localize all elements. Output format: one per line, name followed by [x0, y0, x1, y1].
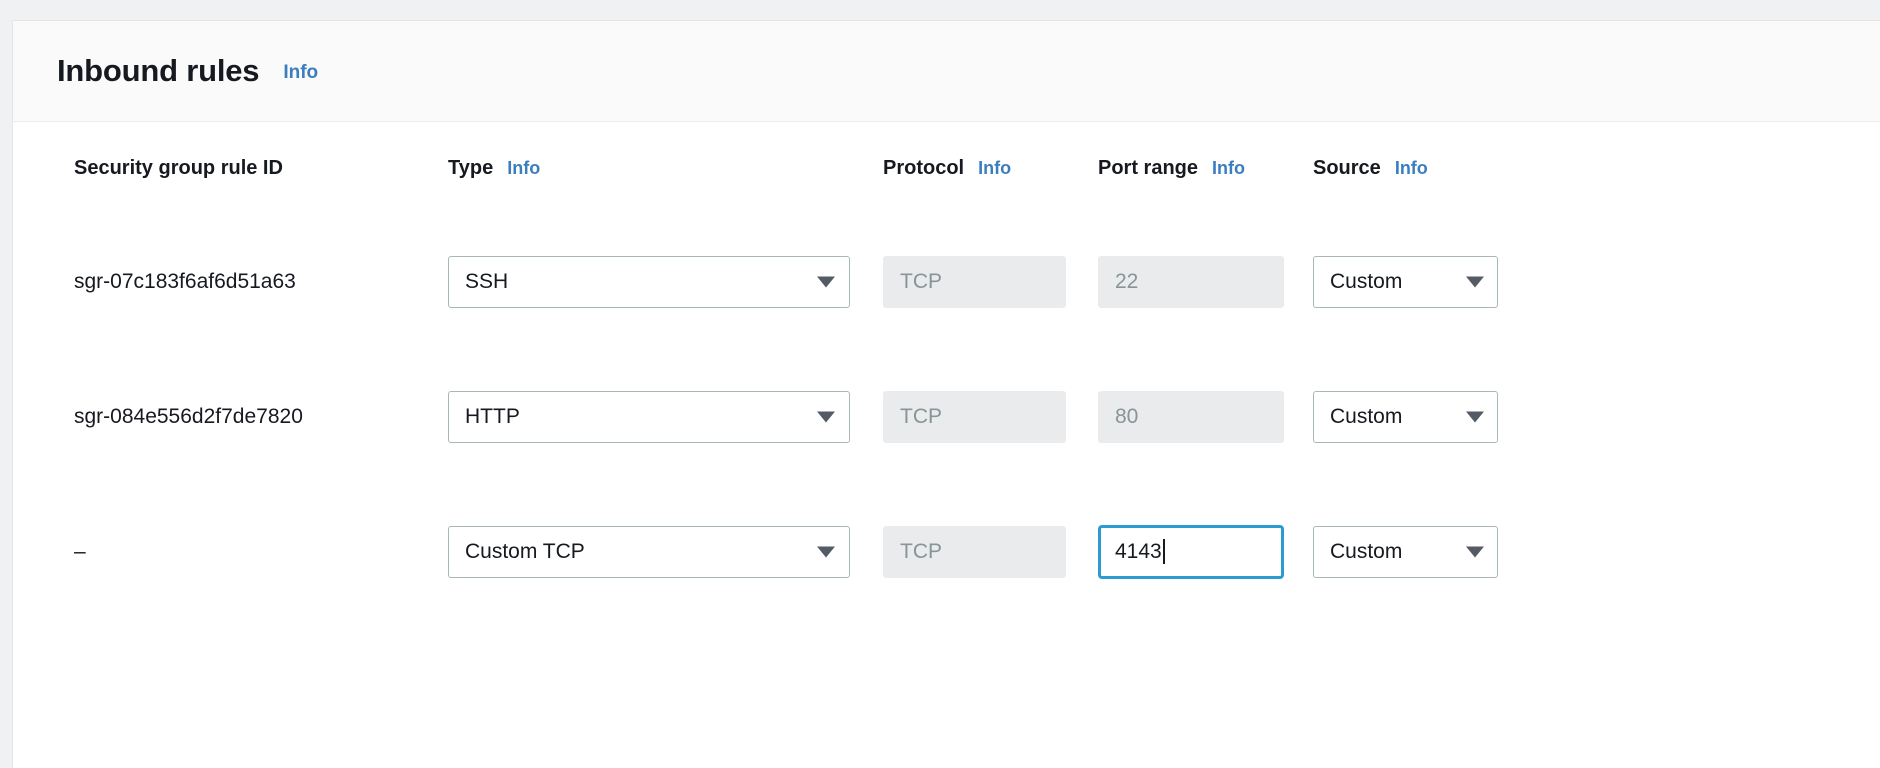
- protocol-value: TCP: [900, 539, 942, 563]
- rule-id-text: sgr-084e556d2f7de7820: [74, 404, 303, 428]
- protocol-value: TCP: [900, 404, 942, 428]
- page-title: Inbound rules: [57, 53, 260, 88]
- source-select-value: Custom: [1330, 270, 1403, 293]
- panel-info-link[interactable]: Info: [283, 62, 318, 84]
- source-cell: Custom: [1313, 390, 1563, 443]
- type-cell: SSH: [448, 255, 883, 308]
- type-select[interactable]: Custom TCP: [448, 525, 850, 578]
- type-cell: Custom TCP: [448, 525, 883, 578]
- table-header-row: Security group rule ID Type Info Protoco…: [13, 122, 1880, 214]
- column-header-source-label: Source: [1313, 156, 1381, 179]
- panel-header: Inbound rules Info: [13, 21, 1880, 122]
- port-range-value: 80: [1115, 404, 1139, 428]
- column-header-protocol-label: Protocol: [883, 156, 965, 179]
- port-range-input: 80: [1098, 390, 1284, 443]
- column-header-port-range: Port range Info: [1098, 157, 1313, 180]
- column-header-type: Type Info: [448, 157, 883, 180]
- protocol-value: TCP: [900, 269, 942, 293]
- column-header-rule-id-label: Security group rule ID: [74, 156, 283, 179]
- port-range-cell: 22: [1098, 255, 1313, 308]
- type-select-value: SSH: [465, 270, 509, 293]
- protocol-cell: TCP: [883, 525, 1098, 578]
- chevron-down-icon: [817, 276, 835, 287]
- source-cell: Custom: [1313, 255, 1563, 308]
- port-range-cell: 80: [1098, 390, 1313, 443]
- type-select-value: Custom TCP: [465, 540, 585, 563]
- source-info-link[interactable]: Info: [1395, 158, 1428, 179]
- table-row: – Custom TCP TCP 4143 Custom: [13, 484, 1880, 619]
- rule-id-cell: –: [13, 540, 448, 564]
- type-select[interactable]: HTTP: [448, 390, 850, 443]
- inbound-rules-panel: Inbound rules Info Security group rule I…: [12, 20, 1880, 768]
- chevron-down-icon: [1466, 546, 1484, 557]
- protocol-input: TCP: [883, 390, 1066, 443]
- table-row: sgr-07c183f6af6d51a63 SSH TCP 22 Custom: [13, 214, 1880, 349]
- port-range-value: 4143: [1115, 539, 1162, 563]
- type-select-value: HTTP: [465, 405, 520, 428]
- source-select[interactable]: Custom: [1313, 390, 1498, 443]
- chevron-down-icon: [817, 546, 835, 557]
- source-cell: Custom: [1313, 525, 1563, 578]
- rule-id-cell: sgr-084e556d2f7de7820: [13, 405, 448, 429]
- rule-id-text: –: [74, 539, 86, 563]
- port-range-value: 22: [1115, 269, 1139, 293]
- column-header-protocol: Protocol Info: [883, 157, 1098, 180]
- type-info-link[interactable]: Info: [507, 158, 540, 179]
- protocol-cell: TCP: [883, 390, 1098, 443]
- protocol-input: TCP: [883, 525, 1066, 578]
- text-cursor: [1162, 539, 1165, 564]
- source-select-value: Custom: [1330, 540, 1403, 563]
- port-range-input[interactable]: 4143: [1098, 524, 1284, 579]
- rule-id-cell: sgr-07c183f6af6d51a63: [13, 270, 448, 294]
- port-range-input: 22: [1098, 255, 1284, 308]
- inbound-rules-table: Security group rule ID Type Info Protoco…: [13, 122, 1880, 619]
- protocol-cell: TCP: [883, 255, 1098, 308]
- port-range-cell: 4143: [1098, 524, 1313, 579]
- port-range-info-link[interactable]: Info: [1212, 158, 1245, 179]
- source-select[interactable]: Custom: [1313, 255, 1498, 308]
- chevron-down-icon: [1466, 276, 1484, 287]
- source-select[interactable]: Custom: [1313, 525, 1498, 578]
- column-header-rule-id: Security group rule ID: [13, 157, 448, 180]
- column-header-type-label: Type: [448, 156, 494, 179]
- source-select-value: Custom: [1330, 405, 1403, 428]
- chevron-down-icon: [817, 411, 835, 422]
- type-select[interactable]: SSH: [448, 255, 850, 308]
- type-cell: HTTP: [448, 390, 883, 443]
- column-header-port-range-label: Port range: [1098, 156, 1199, 179]
- protocol-input: TCP: [883, 255, 1066, 308]
- column-header-source: Source Info: [1313, 157, 1563, 180]
- table-row: sgr-084e556d2f7de7820 HTTP TCP 80 Custom: [13, 349, 1880, 484]
- chevron-down-icon: [1466, 411, 1484, 422]
- rule-id-text: sgr-07c183f6af6d51a63: [74, 269, 296, 293]
- protocol-info-link[interactable]: Info: [978, 158, 1011, 179]
